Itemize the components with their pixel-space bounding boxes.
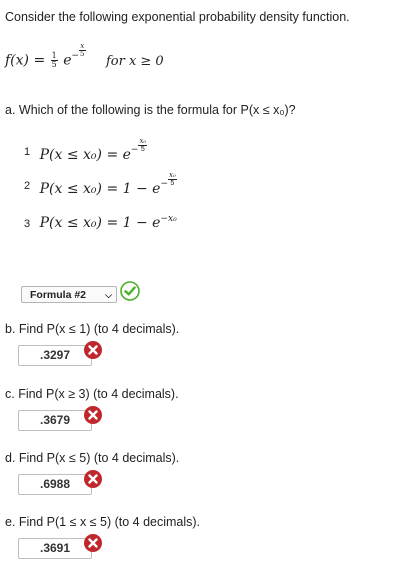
option-1-exponent: x₀ 5	[138, 137, 148, 153]
part-b-question: b. Find P(x ≤ 1) (to 4 decimals).	[5, 322, 180, 336]
option-2-exp-sign: −	[160, 179, 168, 189]
option-2-exponent: x₀ 5	[168, 171, 177, 187]
formula-select-value: Formula #2	[30, 289, 87, 301]
option-1-number: 1	[24, 146, 31, 158]
pdf-exponent: x5	[79, 42, 86, 58]
part-c-answer-field[interactable]: .3679	[18, 410, 92, 431]
pdf-exp-sign: −	[71, 50, 80, 61]
part-a-question: a. Which of the following is the formula…	[5, 103, 296, 117]
intro-text: Consider the following exponential proba…	[5, 10, 350, 24]
option-1-text: P(x ≤ x₀) = e	[39, 147, 131, 163]
pdf-coefficient: 1 5	[50, 51, 58, 69]
part-d-answer-field[interactable]: .6988	[18, 474, 92, 495]
part-b-answer-field[interactable]: .3297	[18, 345, 92, 366]
checkmark-circle-icon	[120, 281, 140, 301]
option-2-text: P(x ≤ x₀) = 1 − e	[39, 181, 161, 197]
part-e-answer-field[interactable]: .3691	[18, 538, 92, 559]
formula-select[interactable]: Formula #2 ⌵	[21, 286, 117, 303]
option-1: 1 P(x ≤ x₀) = e− x₀ 5	[24, 138, 148, 163]
option-3-text: P(x ≤ x₀) = 1 − e	[39, 215, 161, 231]
option-2-number: 2	[24, 180, 31, 192]
option-3-number: 3	[24, 218, 31, 230]
chevron-down-icon: ⌵	[105, 290, 112, 300]
option-3-exponent: −x₀	[160, 214, 177, 224]
part-c-question: c. Find P(x ≥ 3) (to 4 decimals).	[5, 387, 179, 401]
pdf-lhs: f(x) =	[5, 52, 50, 69]
x-circle-icon	[84, 534, 102, 552]
x-circle-icon	[84, 341, 102, 359]
option-3: 3 P(x ≤ x₀) = 1 − e−x₀	[24, 214, 177, 231]
option-1-exp-sign: −	[130, 145, 139, 155]
x-circle-icon	[84, 470, 102, 488]
pdf-formula: f(x) = 1 5 e− x 5 for x ≥ 0	[5, 43, 164, 69]
x-circle-icon	[84, 406, 102, 424]
part-d-question: d. Find P(x ≤ 5) (to 4 decimals).	[5, 451, 180, 465]
pdf-condition: for x ≥ 0	[105, 53, 164, 69]
part-e-question: e. Find P(1 ≤ x ≤ 5) (to 4 decimals).	[5, 515, 201, 529]
option-2: 2 P(x ≤ x₀) = 1 − e− x₀ 5	[24, 172, 177, 197]
